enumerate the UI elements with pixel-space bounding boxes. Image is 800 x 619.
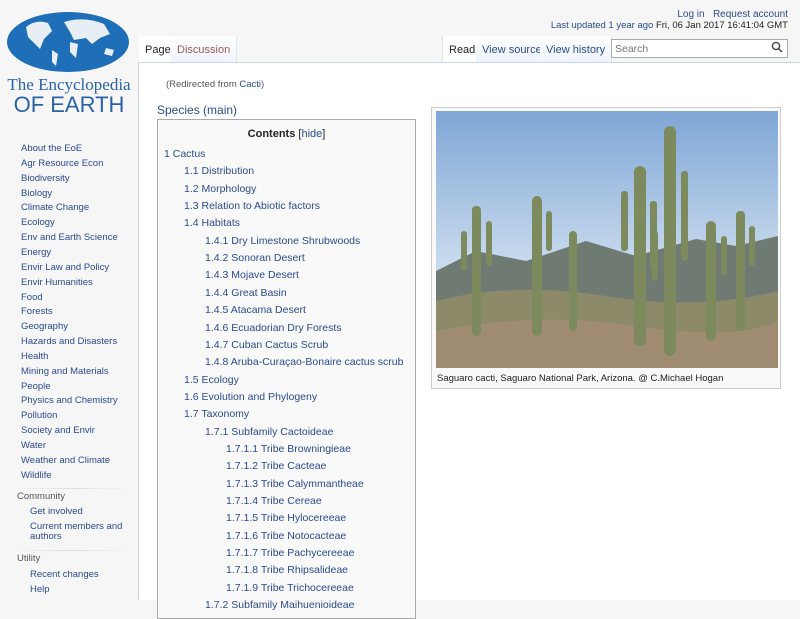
- toc-item[interactable]: 1.4 Habitats: [184, 217, 240, 229]
- sidebar-item-people[interactable]: People: [21, 381, 51, 392]
- sidebar-item-health[interactable]: Health: [21, 351, 48, 362]
- last-updated-relative[interactable]: 1 year ago: [608, 20, 653, 31]
- redirect-notice: (Redirected from Cacti): [166, 79, 264, 90]
- toc-item[interactable]: 1.4.2 Sonoran Desert: [205, 252, 305, 264]
- toc-item[interactable]: 1.4.3 Mojave Desert: [205, 269, 299, 281]
- toc-item[interactable]: 1.5 Ecology: [184, 374, 239, 386]
- toc-item[interactable]: 1.7.1.4 Tribe Cereae: [226, 495, 322, 507]
- tab-read-label: Read: [449, 44, 476, 56]
- sidebar-item-envir-law-and-policy[interactable]: Envir Law and Policy: [21, 262, 109, 273]
- community-heading: Community: [17, 491, 66, 502]
- toc-item[interactable]: 1.7.1.6 Tribe Notocacteae: [226, 530, 346, 542]
- toc-item[interactable]: 1.7.1 Subfamily Cactoideae: [205, 426, 333, 438]
- sidebar-item-current-members-cont[interactable]: authors: [30, 531, 62, 542]
- svg-text:OF EARTH: OF EARTH: [14, 92, 125, 116]
- toc-hide-link[interactable]: hide: [301, 128, 322, 140]
- toc-item[interactable]: 1.7.1.8 Tribe Rhipsalideae: [226, 564, 348, 576]
- sidebar-divider: [14, 550, 128, 551]
- toc-title-row: Contents [hide]: [158, 128, 415, 140]
- toc-item[interactable]: 1.7.1.3 Tribe Calymmantheae: [226, 478, 364, 490]
- redirect-prefix: (Redirected from: [166, 79, 240, 90]
- toc-bracket: ]: [322, 128, 326, 140]
- last-updated-date: Fri, 06 Jan 2017 16:41:04 GMT: [655, 20, 788, 31]
- last-updated: Last updated 1 year ago Fri, 06 Jan 2017…: [551, 20, 788, 31]
- redirect-suffix: ): [261, 79, 265, 90]
- utility-heading: Utility: [17, 553, 41, 564]
- login-link[interactable]: Log in: [677, 9, 704, 20]
- redirect-link[interactable]: Cacti: [239, 79, 261, 90]
- sidebar-item-get-involved[interactable]: Get involved: [30, 506, 83, 517]
- sidebar-item-weather-and-climate[interactable]: Weather and Climate: [21, 455, 110, 466]
- personal-tools: Log in Request account: [677, 9, 788, 20]
- sidebar-item-forests[interactable]: Forests: [21, 306, 53, 317]
- sidebar-item-hazards-and-disasters[interactable]: Hazards and Disasters: [21, 336, 117, 347]
- toc-item[interactable]: 1 Cactus: [164, 148, 205, 160]
- sidebar-item-envir-humanities[interactable]: Envir Humanities: [21, 277, 93, 288]
- tab-page-label: Page: [145, 44, 171, 56]
- section-heading: Species (main): [157, 103, 238, 117]
- sidebar-item-ecology[interactable]: Ecology: [21, 217, 55, 228]
- sidebar-item-env-and-earth-science[interactable]: Env and Earth Science: [21, 232, 118, 243]
- sidebar-item-help[interactable]: Help: [30, 584, 50, 595]
- tab-view-history[interactable]: View history: [540, 36, 613, 62]
- toc-item[interactable]: 1.6 Evolution and Phylogeny: [184, 391, 317, 403]
- sidebar-item-wildlife[interactable]: Wildlife: [21, 470, 52, 481]
- sidebar-divider: [14, 488, 128, 489]
- toc-item[interactable]: 1.7 Taxonomy: [184, 408, 249, 420]
- saguaro-photo[interactable]: [436, 111, 778, 368]
- toc-item[interactable]: 1.1 Distribution: [184, 165, 254, 177]
- sidebar-item-mining-and-materials[interactable]: Mining and Materials: [21, 366, 109, 377]
- search-icon[interactable]: [771, 41, 783, 53]
- table-of-contents: Contents [hide] 1 Cactus 1.1 Distribution…: [157, 119, 416, 619]
- toc-item[interactable]: 1.7.2 Subfamily Maihuenioideae: [205, 599, 354, 611]
- figure-caption: Saguaro cacti, Saguaro National Park, Ar…: [437, 373, 724, 384]
- toc-item[interactable]: 1.3 Relation to Abiotic factors: [184, 200, 320, 212]
- toc-item[interactable]: 1.4.6 Ecuadorian Dry Forests: [205, 322, 342, 334]
- site-logo[interactable]: The Encyclopedia OF EARTH: [6, 12, 132, 117]
- toc-item[interactable]: 1.4.4 Great Basin: [205, 287, 287, 299]
- sidebar-item-biology[interactable]: Biology: [21, 188, 52, 199]
- tab-view-source-label: View source: [482, 44, 542, 56]
- sidebar-item-energy[interactable]: Energy: [21, 247, 51, 258]
- toc-item[interactable]: 1.4.7 Cuban Cactus Scrub: [205, 339, 328, 351]
- toc-item[interactable]: 1.7.1.7 Tribe Pachycereeae: [226, 547, 354, 559]
- tab-discussion[interactable]: Discussion: [171, 36, 238, 62]
- toc-item[interactable]: 1.7.1.5 Tribe Hylocereeae: [226, 512, 346, 524]
- toc-title: Contents: [247, 128, 296, 140]
- sidebar-item-recent-changes[interactable]: Recent changes: [30, 569, 99, 580]
- toc-item[interactable]: 1.7.1.9 Tribe Trichocereeae: [226, 582, 354, 594]
- sidebar-item-pollution[interactable]: Pollution: [21, 410, 57, 421]
- sidebar-item-water[interactable]: Water: [21, 440, 46, 451]
- sidebar-item-about-the-eoe[interactable]: About the EoE: [21, 143, 82, 154]
- globe-logo-icon: The Encyclopedia OF EARTH: [7, 12, 131, 117]
- sidebar-item-climate-change[interactable]: Climate Change: [21, 202, 89, 213]
- search-input[interactable]: [611, 39, 788, 58]
- toc-item[interactable]: 1.4.5 Atacama Desert: [205, 304, 306, 316]
- toc-item[interactable]: 1.7.1.1 Tribe Browningieae: [226, 443, 351, 455]
- tab-view-source[interactable]: View source: [476, 36, 549, 62]
- figure: Saguaro cacti, Saguaro National Park, Ar…: [431, 107, 781, 389]
- sidebar-item-geography[interactable]: Geography: [21, 321, 68, 332]
- sidebar-item-agr-resource-econ[interactable]: Agr Resource Econ: [21, 158, 103, 169]
- toc-item[interactable]: 1.4.8 Aruba-Curaçao-Bonaire cactus scrub: [205, 356, 403, 368]
- sidebar-item-society-and-envir[interactable]: Society and Envir: [21, 425, 95, 436]
- toc-item[interactable]: 1.2 Morphology: [184, 183, 256, 195]
- sidebar-item-biodiversity[interactable]: Biodiversity: [21, 173, 70, 184]
- tab-view-history-label: View history: [546, 44, 606, 56]
- request-account-link[interactable]: Request account: [713, 9, 788, 20]
- toc-item[interactable]: 1.7.1.2 Tribe Cacteae: [226, 460, 326, 472]
- toc-item[interactable]: 1.4.1 Dry Limestone Shrubwoods: [205, 235, 360, 247]
- sidebar-item-physics-and-chemistry[interactable]: Physics and Chemistry: [21, 395, 118, 406]
- tab-discussion-label: Discussion: [177, 44, 231, 56]
- last-updated-label[interactable]: Last updated: [551, 20, 606, 31]
- sidebar-item-food[interactable]: Food: [21, 292, 43, 303]
